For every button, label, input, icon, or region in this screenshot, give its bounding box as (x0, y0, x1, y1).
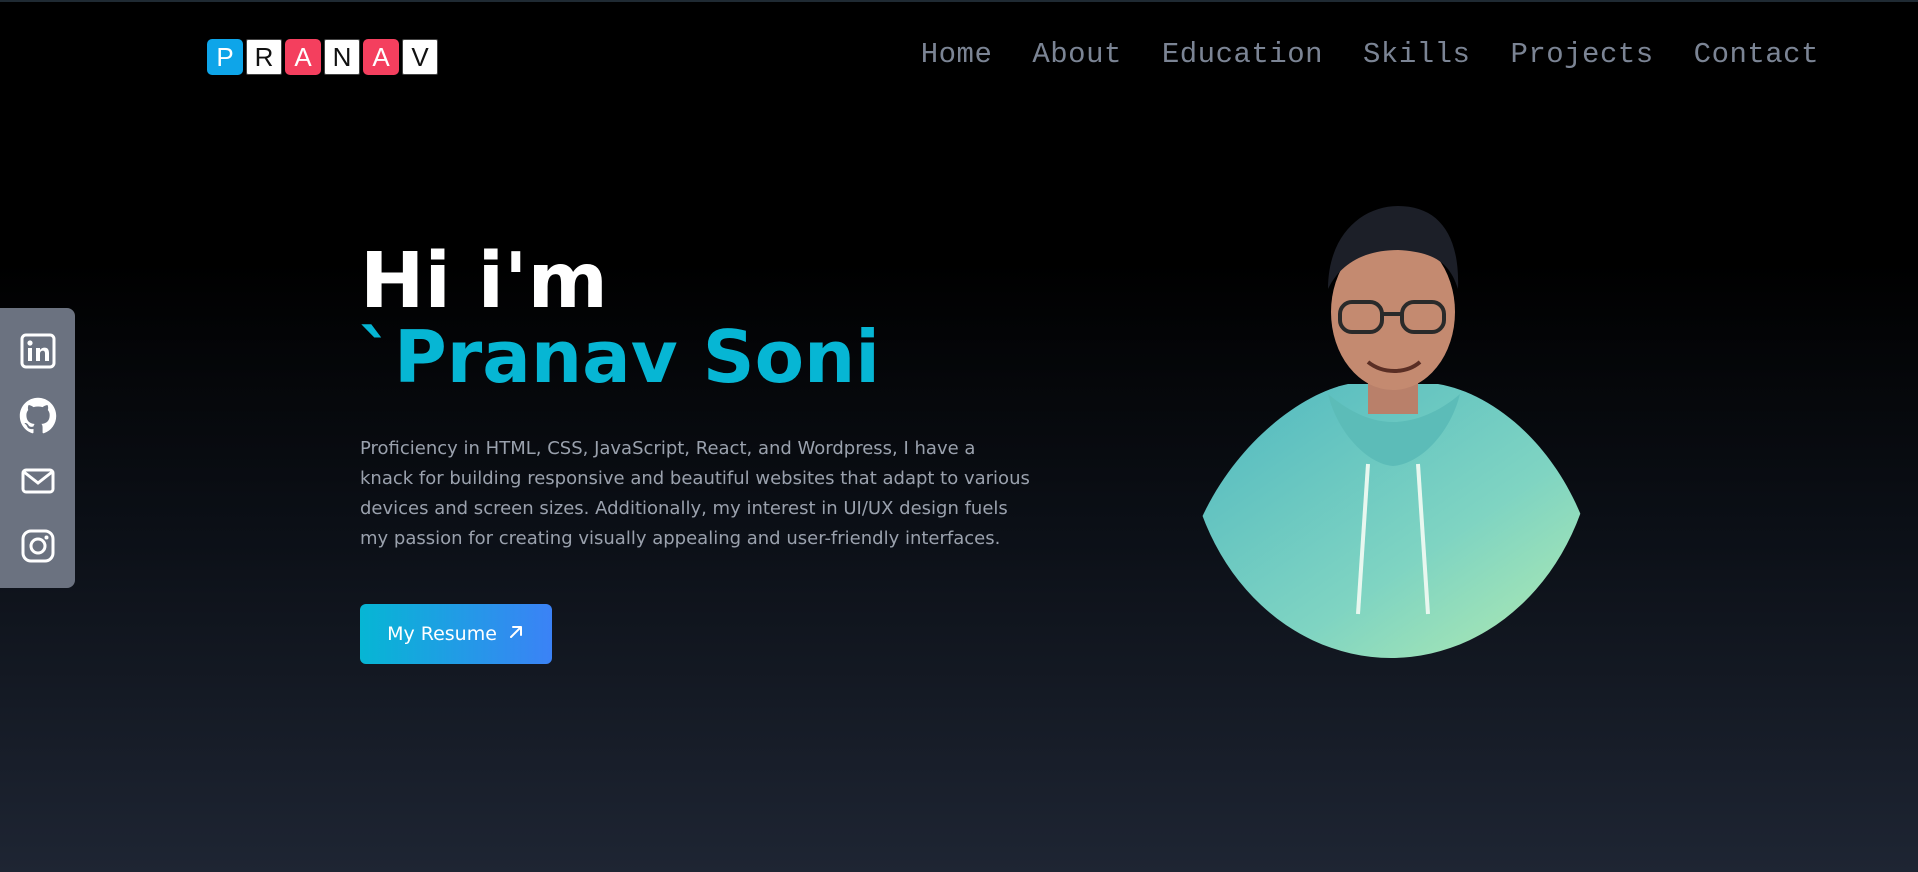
site-logo[interactable]: P R A N A V (207, 39, 438, 75)
mail-icon[interactable] (18, 461, 58, 501)
github-icon[interactable] (18, 396, 58, 436)
nav-education[interactable]: Education (1162, 38, 1323, 71)
profile-portrait (1188, 194, 1594, 658)
linkedin-icon[interactable] (18, 331, 58, 371)
resume-button[interactable]: My Resume (360, 604, 552, 664)
logo-letter: A (285, 39, 321, 75)
nav-contact[interactable]: Contact (1694, 38, 1819, 71)
logo-letter: V (402, 39, 438, 75)
logo-letter: P (207, 39, 243, 75)
hero-greeting: Hi i'm (360, 237, 608, 326)
hero-name: `Pranav Soni (358, 315, 880, 399)
logo-letter: A (363, 39, 399, 75)
arrow-up-right-icon (507, 623, 525, 646)
hero-description: Proficiency in HTML, CSS, JavaScript, Re… (360, 438, 1030, 549)
nav-about[interactable]: About (1032, 38, 1122, 71)
nav-skills[interactable]: Skills (1363, 38, 1470, 71)
logo-letter: R (246, 39, 282, 75)
social-sidebar (0, 308, 75, 588)
main-nav: Home About Education Skills Projects Con… (921, 38, 1819, 71)
nav-home[interactable]: Home (921, 38, 993, 71)
nav-projects[interactable]: Projects (1510, 38, 1653, 71)
instagram-icon[interactable] (18, 526, 58, 566)
logo-letter: N (324, 39, 360, 75)
resume-button-label: My Resume (387, 623, 497, 645)
